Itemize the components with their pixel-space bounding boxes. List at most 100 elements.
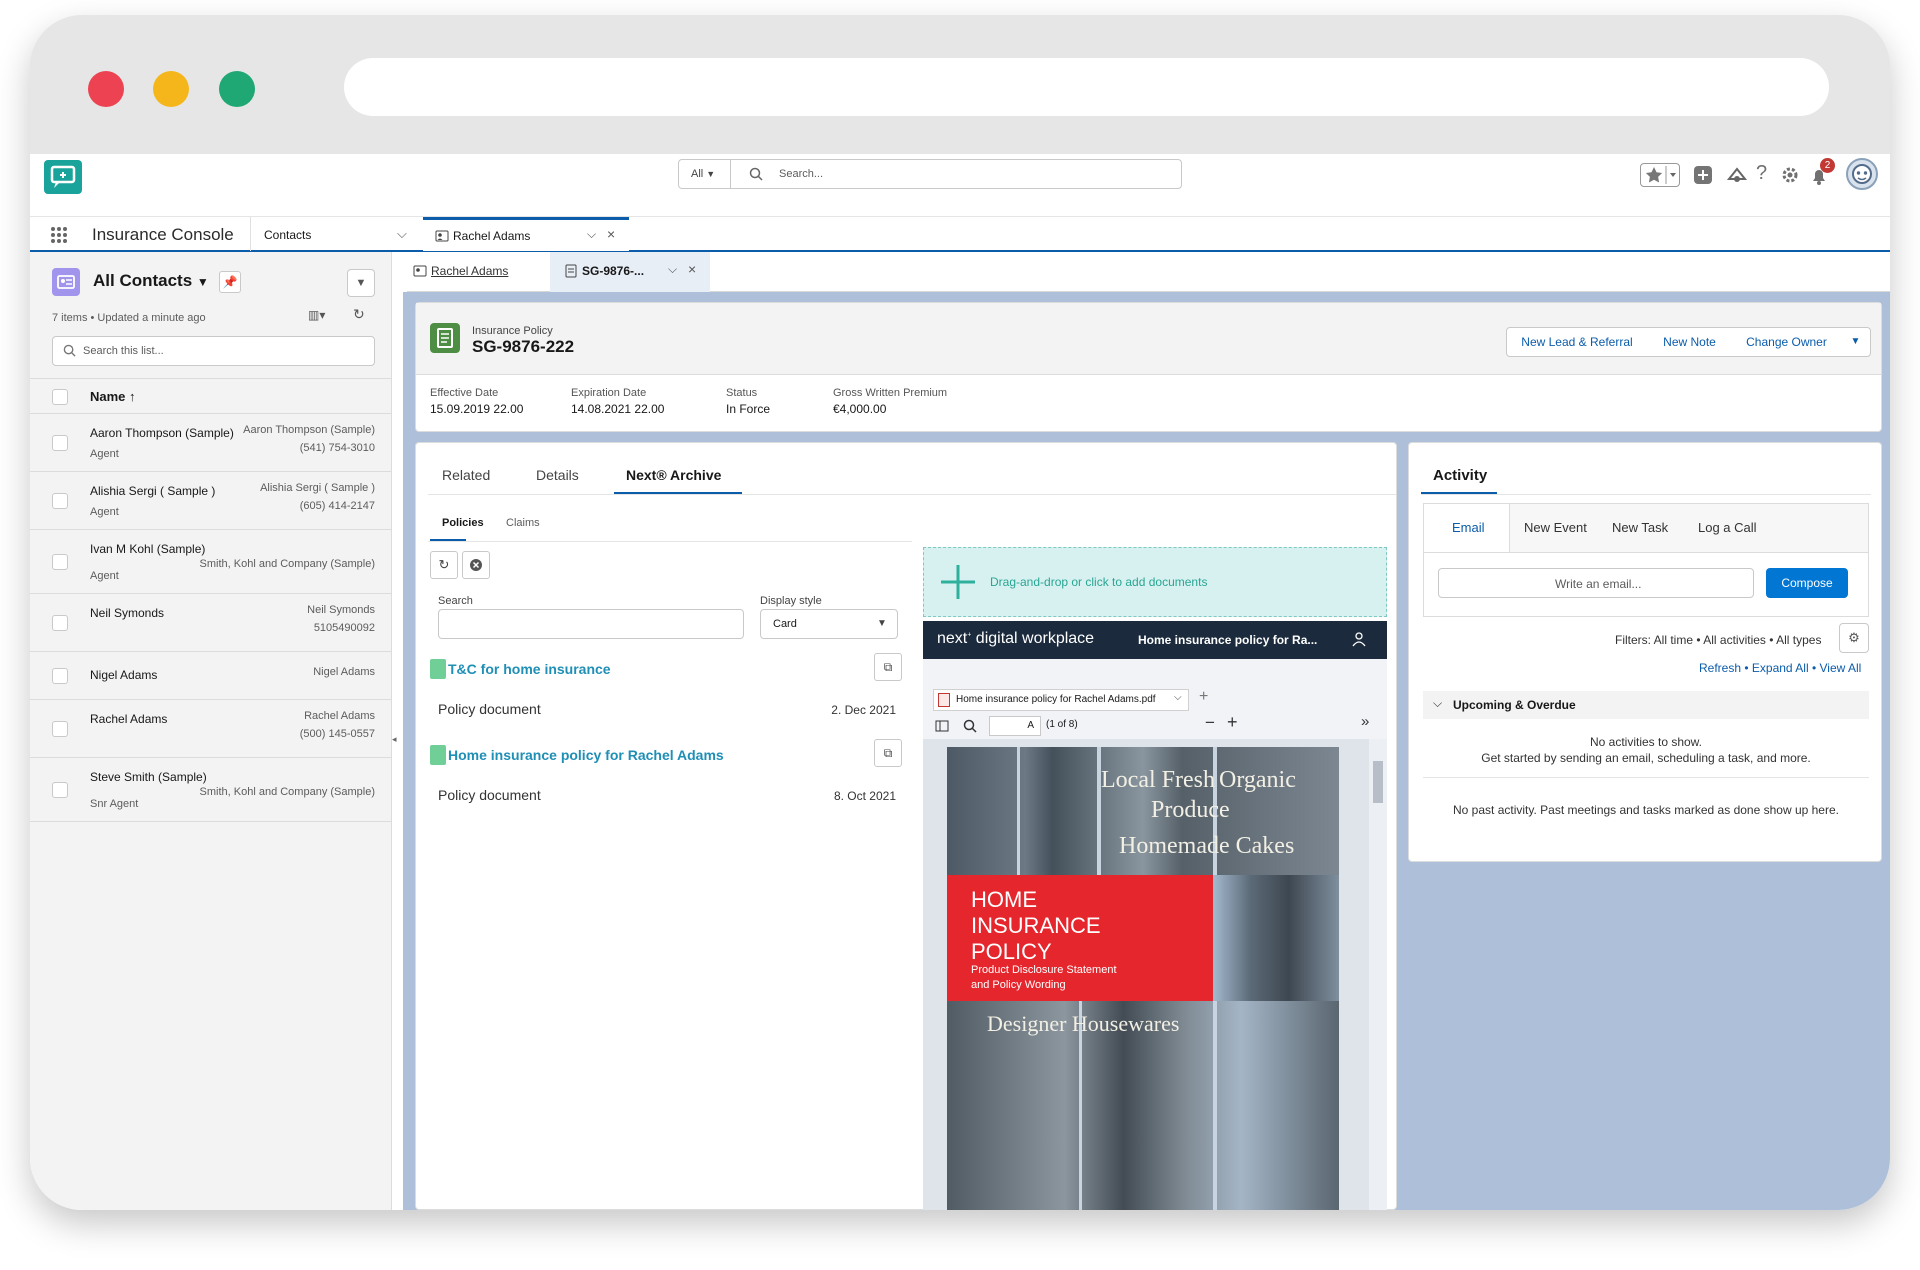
subtab-close-icon[interactable]: × [688, 261, 696, 277]
archive-document-card[interactable]: T&C for home insurance ⧉ Policy document… [430, 653, 902, 727]
contact-name[interactable]: Rachel Adams [90, 712, 167, 726]
document-title[interactable]: Home insurance policy for Rachel Adams [448, 747, 724, 763]
activity-settings-gear-icon[interactable]: ⚙ [1839, 623, 1869, 653]
list-view-title[interactable]: All Contacts ▼ [93, 271, 209, 291]
pdf-page-input[interactable]: A [989, 716, 1041, 736]
pdf-search-icon[interactable] [963, 719, 977, 738]
email-input[interactable]: Write an email... [1438, 568, 1754, 598]
help-icon[interactable]: ? [1756, 162, 1767, 185]
row-checkbox[interactable] [52, 435, 68, 451]
row-checkbox[interactable] [52, 493, 68, 509]
document-title[interactable]: T&C for home insurance [448, 661, 611, 677]
setup-gear-icon[interactable] [1780, 165, 1800, 190]
archive-clear-icon[interactable] [462, 551, 490, 579]
tab-related[interactable]: Related [442, 467, 490, 483]
row-checkbox[interactable] [52, 721, 68, 737]
display-style-select[interactable]: Card ▼ [760, 609, 898, 639]
maximize-window-dot[interactable] [219, 71, 255, 107]
tab-next-archive[interactable]: Next® Archive [614, 459, 742, 495]
row-checkbox[interactable] [52, 782, 68, 798]
viewer-user-icon[interactable] [1351, 631, 1367, 652]
row-checkbox[interactable] [52, 615, 68, 631]
tab-close-icon[interactable]: × [607, 226, 615, 242]
publisher-tab-new-task[interactable]: New Task [1612, 520, 1668, 535]
global-search: All ▼ Search... [678, 159, 1182, 189]
publisher-tab-log-call[interactable]: Log a Call [1698, 520, 1757, 535]
change-owner-button[interactable]: Change Owner [1732, 327, 1842, 357]
archive-refresh-icon[interactable]: ↻ [430, 551, 458, 579]
contact-name[interactable]: Nigel Adams [90, 668, 157, 682]
list-search-input[interactable]: Search this list... [52, 336, 375, 366]
open-external-icon[interactable]: ⧉ [874, 653, 902, 681]
select-all-checkbox[interactable] [52, 389, 68, 405]
favorites-star-icon[interactable] [1640, 163, 1680, 187]
activity-tab[interactable]: Activity [1421, 459, 1497, 495]
expand-all-link[interactable]: Expand All [1752, 661, 1809, 675]
list-item[interactable]: Rachel Adams Rachel Adams (500) 145-0557 [30, 700, 391, 758]
open-external-icon[interactable]: ⧉ [874, 739, 902, 767]
upcoming-overdue-section[interactable]: ⌵ Upcoming & Overdue [1423, 691, 1869, 719]
app-launcher-icon[interactable] [50, 226, 68, 249]
publisher-tab-email[interactable]: Email [1424, 504, 1510, 552]
pdf-sidebar-icon[interactable] [935, 719, 949, 738]
archive-document-card[interactable]: Home insurance policy for Rachel Adams ⧉… [430, 739, 902, 813]
refresh-icon[interactable]: ↻ [353, 306, 365, 323]
refresh-link[interactable]: Refresh [1699, 661, 1741, 675]
subtab-rachel-adams[interactable]: Rachel Adams [407, 252, 550, 291]
nav-menu-chevron-down-icon[interactable]: ⌵ [397, 226, 407, 242]
minimize-window-dot[interactable] [153, 71, 189, 107]
tab-chevron-down-icon[interactable]: ⌵ [587, 227, 596, 242]
display-as-table-icon[interactable]: ▥▾ [308, 308, 325, 322]
contact-title: Agent [90, 448, 119, 460]
contact-name[interactable]: Steve Smith (Sample) [90, 770, 207, 784]
nav-object-tab[interactable]: Contacts [264, 228, 311, 242]
pdf-expand-icon[interactable]: » [1361, 713, 1369, 730]
pdf-file-tab[interactable]: Home insurance policy for Rachel Adams.p… [933, 689, 1189, 711]
pin-icon[interactable]: 📌 [219, 271, 241, 293]
list-item[interactable]: Neil Symonds Neil Symonds 5105490092 [30, 594, 391, 652]
new-note-button[interactable]: New Note [1647, 327, 1733, 357]
list-item[interactable]: Aaron Thompson (Sample) Agent Aaron Thomps… [30, 414, 391, 472]
new-lead-referral-button[interactable]: New Lead & Referral [1506, 327, 1648, 357]
pdf-add-tab-icon[interactable]: + [1199, 688, 1208, 706]
browser-window: All ▼ Search... ? 2 Insurance Console Co… [30, 15, 1890, 1210]
list-item[interactable]: Steve Smith (Sample) Snr Agent Smith, Kohl… [30, 758, 391, 822]
address-bar[interactable] [344, 58, 1829, 116]
row-checkbox[interactable] [52, 668, 68, 684]
pdf-file-chevron-down-icon[interactable]: ⌵ [1174, 692, 1182, 703]
list-item[interactable]: Nigel Adams Nigel Adams [30, 652, 391, 700]
document-dropzone[interactable]: Drag-and-drop or click to add documents [923, 547, 1387, 617]
publisher-tab-new-event[interactable]: New Event [1524, 520, 1587, 535]
list-item[interactable]: Alishia Sergi ( Sample ) Agent Alishia Ser… [30, 472, 391, 530]
contact-name[interactable]: Aaron Thompson (Sample) [90, 426, 234, 440]
column-header-name[interactable]: Name ↑ [90, 389, 136, 404]
view-all-link[interactable]: View All [1820, 661, 1862, 675]
zoom-out-icon[interactable]: − [1205, 713, 1215, 733]
row-checkbox[interactable] [52, 554, 68, 570]
user-avatar[interactable] [1846, 158, 1878, 190]
archive-subtab-claims[interactable]: Claims [506, 517, 540, 529]
archive-subtab-policies[interactable]: Policies [430, 509, 484, 541]
contact-name[interactable]: Neil Symonds [90, 606, 164, 620]
contact-name[interactable]: Ivan M Kohl (Sample) [90, 542, 205, 556]
workspace-tab[interactable]: Rachel Adams ⌵ × [423, 217, 629, 251]
global-add-icon[interactable] [1692, 164, 1714, 191]
subtab-policy[interactable]: SG-9876-... ⌵ × [550, 252, 710, 292]
close-window-dot[interactable] [88, 71, 124, 107]
search-scope-select[interactable]: All ▼ [679, 160, 731, 188]
tab-details[interactable]: Details [536, 467, 579, 483]
list-item[interactable]: Ivan M Kohl (Sample) Agent Smith, Kohl and… [30, 530, 391, 594]
compose-button[interactable]: Compose [1766, 568, 1848, 598]
archive-search-input[interactable] [438, 609, 744, 639]
search-input[interactable]: Search... [779, 168, 823, 180]
contact-name[interactable]: Alishia Sergi ( Sample ) [90, 484, 215, 498]
more-actions-chevron-down-icon[interactable]: ▼ [1841, 327, 1871, 357]
zoom-in-icon[interactable]: + [1227, 712, 1238, 733]
policy-icon [564, 264, 578, 283]
app-logo-icon[interactable] [44, 160, 82, 194]
list-actions-chevron-down-icon[interactable]: ▼ [347, 269, 375, 297]
pdf-scrollbar[interactable] [1369, 739, 1387, 1210]
trailhead-icon[interactable] [1726, 164, 1748, 191]
subtab-chevron-down-icon[interactable]: ⌵ [668, 262, 677, 277]
collapse-panel-chevron-icon[interactable]: ◂ [392, 734, 397, 745]
